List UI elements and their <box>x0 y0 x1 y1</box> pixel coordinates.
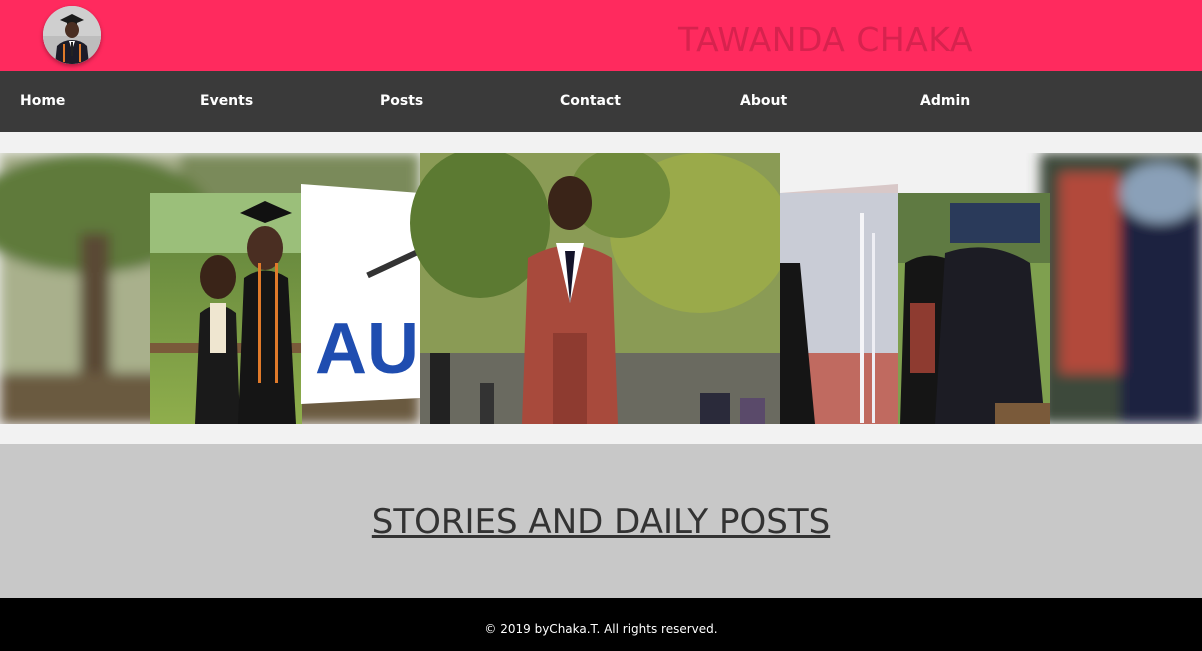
nav-about[interactable]: About <box>740 93 787 109</box>
background-photo-right <box>1040 153 1202 424</box>
nav-posts[interactable]: Posts <box>380 93 423 109</box>
copyright-text: © 2019 byChaka.T. All rights reserved. <box>484 622 718 636</box>
nav-home[interactable]: Home <box>20 93 65 109</box>
slide-center-portrait <box>410 153 790 424</box>
nav-admin[interactable]: Admin <box>920 93 970 109</box>
carousel-photos: AU <box>0 153 1202 424</box>
nav-events[interactable]: Events <box>200 93 253 109</box>
photo-carousel[interactable]: AU <box>0 153 1202 424</box>
graduate-portrait-icon <box>43 6 101 64</box>
main-nav: Home Events Posts Contact About Admin <box>0 71 1202 132</box>
header-bar: TAWANDA CHAKA <box>0 0 1202 71</box>
sign-text: AU <box>315 309 419 389</box>
slide-fountain <box>780 184 898 424</box>
slide-graduates-left <box>150 193 302 424</box>
footer: © 2019 byChaka.T. All rights reserved. <box>0 598 1202 651</box>
section-heading[interactable]: STORIES AND DAILY POSTS <box>0 502 1202 542</box>
slide-sign: AU <box>301 184 420 404</box>
profile-avatar[interactable] <box>43 6 101 64</box>
nav-contact[interactable]: Contact <box>560 93 621 109</box>
stories-section: STORIES AND DAILY POSTS <box>0 444 1202 598</box>
site-title: TAWANDA CHAKA <box>678 20 973 59</box>
slide-graduates-right <box>898 193 1050 424</box>
